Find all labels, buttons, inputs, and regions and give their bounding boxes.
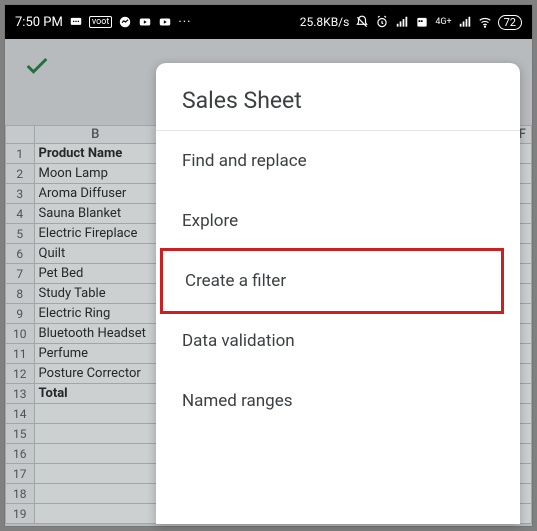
bell-mute-icon <box>355 15 369 29</box>
chat-icon <box>69 15 83 29</box>
menu-item-create-a-filter[interactable]: Create a filter <box>160 248 504 314</box>
youtube-icon-2 <box>158 15 172 29</box>
calendar-icon <box>415 15 429 29</box>
alarm-icon <box>375 15 389 29</box>
context-menu: Sales Sheet Find and replaceExploreCreat… <box>156 63 520 524</box>
youtube-icon <box>138 15 152 29</box>
more-notifications-icon: ··· <box>178 15 191 30</box>
signal-type: 4G+ <box>435 17 451 27</box>
status-bar: 7:50 PM voot ··· 25.8KB/s <box>5 5 532 39</box>
messenger-icon <box>118 15 132 29</box>
signal-icon <box>395 15 409 29</box>
popup-title: Sales Sheet <box>156 81 520 130</box>
menu-item-explore[interactable]: Explore <box>156 191 520 251</box>
menu-item-data-validation[interactable]: Data validation <box>156 311 520 371</box>
menu-item-named-ranges[interactable]: Named ranges <box>156 371 520 431</box>
voot-label: voot <box>89 16 113 28</box>
net-speed: 25.8KB/s <box>300 15 350 29</box>
menu-item-find-and-replace[interactable]: Find and replace <box>156 131 520 191</box>
battery-indicator: 72 <box>498 15 522 30</box>
signal-icon-2 <box>458 15 472 29</box>
status-time: 7:50 PM <box>15 15 63 30</box>
wifi-icon <box>478 15 492 29</box>
